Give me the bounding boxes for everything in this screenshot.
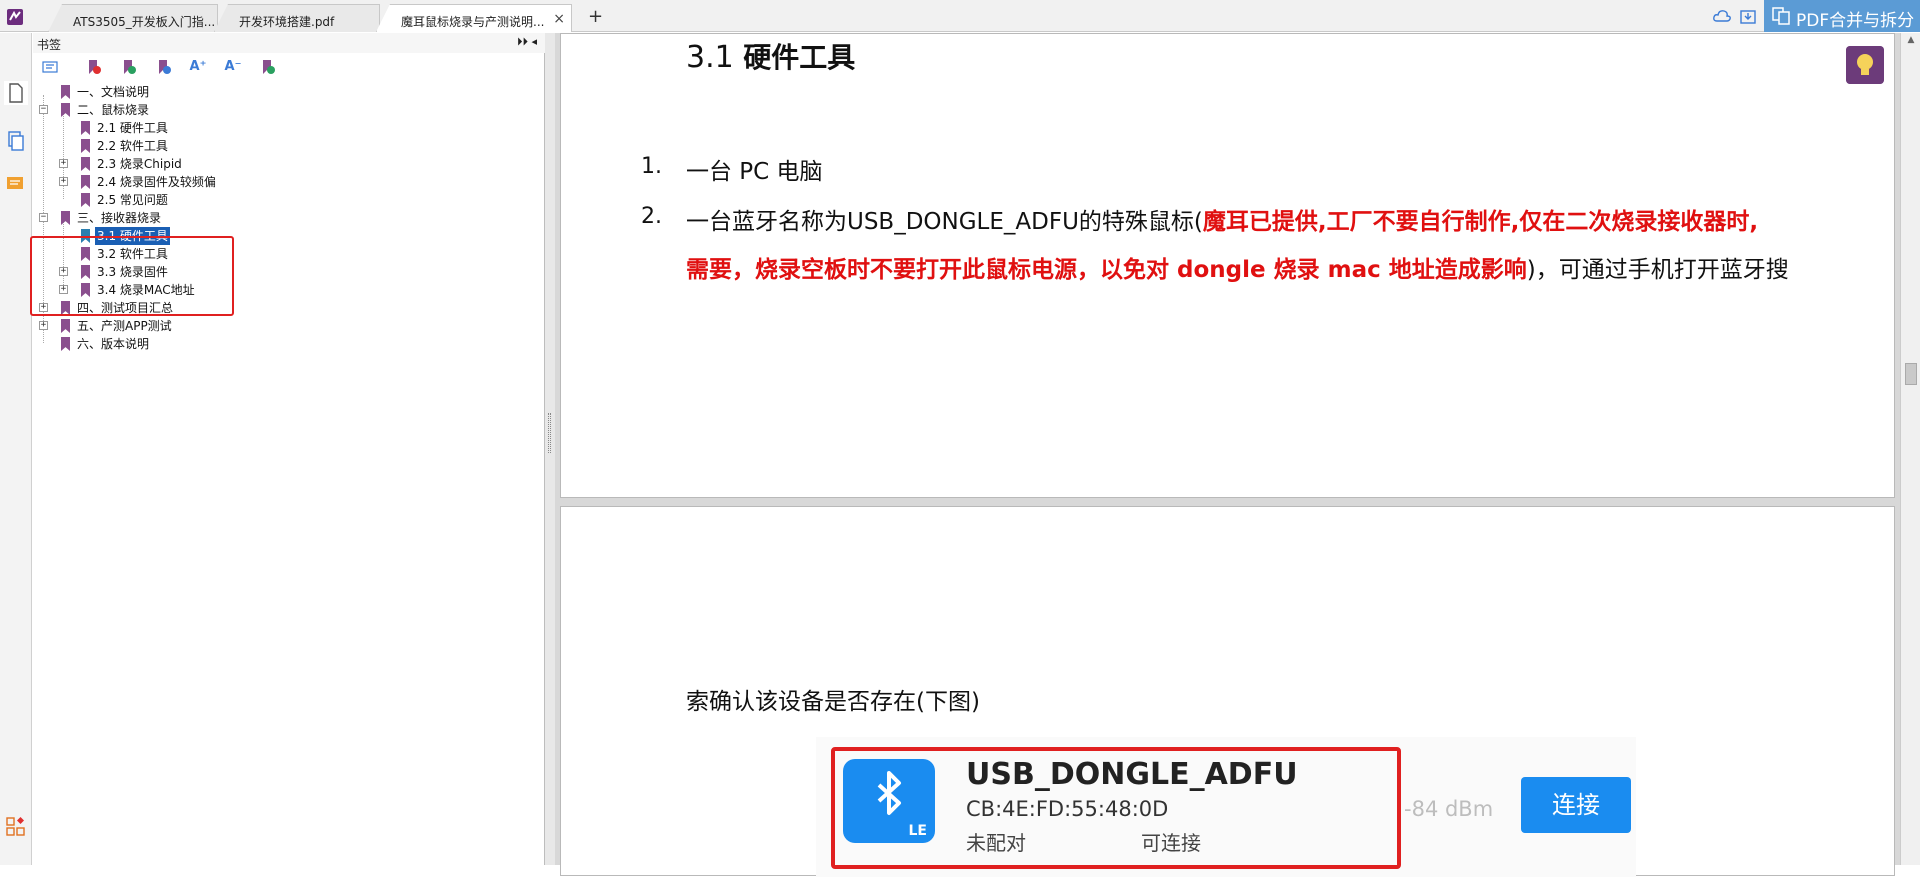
- pdf-merge-split-button[interactable]: PDF合并与拆分: [1764, 0, 1920, 32]
- tab-label: ATS3505_开发板入门指...: [73, 15, 216, 29]
- bookmark-label: 二、鼠标烧录: [77, 103, 150, 117]
- bookmarks-title: 书签: [37, 38, 62, 52]
- close-icon[interactable]: ×: [553, 11, 565, 27]
- pdf-page: 3.1 硬件工具 1. 一台 PC 电脑 2. 一台蓝牙名称为USB_DONGL…: [560, 33, 1895, 498]
- merge-icon: [1772, 7, 1790, 25]
- bookmark-label: 一、文档说明: [77, 85, 150, 99]
- new-tab-button[interactable]: +: [588, 6, 603, 27]
- list-text-plain: 一台蓝牙名称为USB_DONGLE_ADFU的特殊鼠标(: [686, 209, 1203, 235]
- bookmark-label: 五、产测APP测试: [77, 319, 172, 333]
- font-increase-icon[interactable]: A⁺: [187, 59, 209, 75]
- bookmarks-toolbar: A⁺ A⁻: [33, 55, 545, 79]
- bookmark-icon: [81, 121, 90, 135]
- lightbulb-icon[interactable]: [1846, 46, 1884, 84]
- scroll-up-icon[interactable]: ▲: [1905, 35, 1917, 45]
- tab-label: 开发环境搭建.pdf: [239, 15, 335, 29]
- bookmark-icon: [81, 157, 90, 171]
- tree-line: [63, 113, 64, 199]
- highlight-box: [831, 747, 1401, 869]
- collapse-icon[interactable]: −: [39, 105, 48, 114]
- expand-icon[interactable]: +: [39, 321, 48, 330]
- splitter-grip[interactable]: [548, 413, 551, 453]
- section-heading: 3.1 硬件工具: [686, 36, 855, 76]
- bookmark-label: 2.1 硬件工具: [97, 121, 168, 135]
- bookmark-icon: [61, 319, 70, 333]
- document-viewer[interactable]: 3.1 硬件工具 1. 一台 PC 电脑 2. 一台蓝牙名称为USB_DONGL…: [555, 33, 1900, 877]
- bookmark-icon: [61, 211, 70, 225]
- bookmark-icon: [61, 103, 70, 117]
- connect-button: 连接: [1521, 777, 1631, 833]
- scrollbar-thumb[interactable]: [1905, 363, 1917, 385]
- bookmark-icon: [81, 175, 90, 189]
- paragraph-text: 索确认该设备是否存在(下图): [686, 689, 980, 715]
- expand-icon[interactable]: +: [59, 177, 68, 186]
- thumbnails-icon[interactable]: [4, 129, 28, 153]
- bookmark-label: 2.3 烧录Chipid: [97, 157, 182, 171]
- tab-dev-env[interactable]: 开发环境搭建.pdf: [214, 4, 380, 32]
- list-item-text: 一台蓝牙名称为USB_DONGLE_ADFU的特殊鼠标(魔耳已提供,工厂不要自行…: [686, 202, 1758, 236]
- bookmarks-panel: 书签 ⏵⏵ ◂ A⁺ A⁻ 一、文档说明 − 二、鼠标烧录 2.1 硬件工具 2…: [30, 33, 545, 865]
- delete-bookmark-icon[interactable]: [120, 59, 138, 75]
- heading-text: 硬件工具: [743, 41, 856, 74]
- left-icon-strip: [0, 33, 32, 865]
- device-rssi: -84 dBm: [1404, 797, 1494, 821]
- list-item-text-cont: 需要，烧录空板时不要打开此鼠标电源，以免对 dongle 烧录 mac 地址造成…: [686, 250, 1789, 284]
- app-logo-icon[interactable]: [6, 8, 24, 26]
- list-item-text: 一台 PC 电脑: [686, 159, 823, 185]
- list-number: 2.: [641, 204, 662, 229]
- page-icon[interactable]: [4, 81, 28, 105]
- comments-icon[interactable]: [4, 173, 28, 197]
- apps-icon[interactable]: [4, 815, 28, 839]
- list-text-plain: )，可通过手机打开蓝牙搜: [1526, 257, 1789, 283]
- bookmark-settings-icon[interactable]: [259, 59, 277, 75]
- bookmark-label: 2.4 烧录固件及较频偏: [97, 175, 216, 189]
- heading-number: 3.1: [686, 40, 734, 75]
- tab-moer-mouse[interactable]: 魔耳鼠标烧录与产测说明... ×: [376, 4, 572, 32]
- bookmark-label: 2.5 常见问题: [97, 193, 168, 207]
- panel-collapse-button[interactable]: ⏵⏵ ◂: [517, 35, 537, 49]
- bookmark-options-icon[interactable]: [41, 59, 59, 75]
- bookmarks-header: 书签 ⏵⏵ ◂: [33, 33, 545, 53]
- list-text-warning: 需要，烧录空板时不要打开此鼠标电源，以免对 dongle 烧录 mac 地址造成…: [686, 257, 1527, 283]
- expand-icon[interactable]: +: [59, 159, 68, 168]
- download-icon[interactable]: [1740, 9, 1756, 25]
- bookmark-icon: [81, 193, 90, 207]
- tab-label: 魔耳鼠标烧录与产测说明...: [401, 15, 545, 29]
- bookmark-icon: [81, 139, 90, 153]
- panel-splitter[interactable]: [545, 33, 555, 865]
- tab-bar: ATS3505_开发板入门指... 开发环境搭建.pdf 魔耳鼠标烧录与产测说明…: [0, 0, 1920, 32]
- bookmark-label: 2.2 软件工具: [97, 139, 168, 153]
- add-bookmark-icon[interactable]: [85, 59, 103, 75]
- bookmark-icon: [61, 85, 70, 99]
- pdf-merge-label: PDF合并与拆分: [1796, 11, 1915, 31]
- pdf-page: 索确认该设备是否存在(下图) LE USB_DONGLE_ADFU CB:4E:…: [560, 506, 1895, 877]
- bookmark-label: 六、版本说明: [77, 337, 150, 351]
- font-decrease-icon[interactable]: A⁻: [222, 59, 244, 75]
- list-text-warning: 魔耳已提供,工厂不要自行制作,仅在二次烧录接收器时,: [1202, 209, 1759, 235]
- expand-bookmarks-icon[interactable]: [155, 59, 173, 75]
- bookmark-icon: [61, 337, 70, 351]
- tab-ats3505[interactable]: ATS3505_开发板入门指...: [48, 4, 218, 32]
- vertical-scrollbar[interactable]: ▲: [1900, 33, 1920, 865]
- bookmark-label: 三、接收器烧录: [77, 211, 162, 225]
- highlight-box: [30, 236, 234, 316]
- list-number: 1.: [641, 154, 662, 179]
- cloud-icon[interactable]: [1713, 9, 1731, 23]
- collapse-icon[interactable]: −: [39, 213, 48, 222]
